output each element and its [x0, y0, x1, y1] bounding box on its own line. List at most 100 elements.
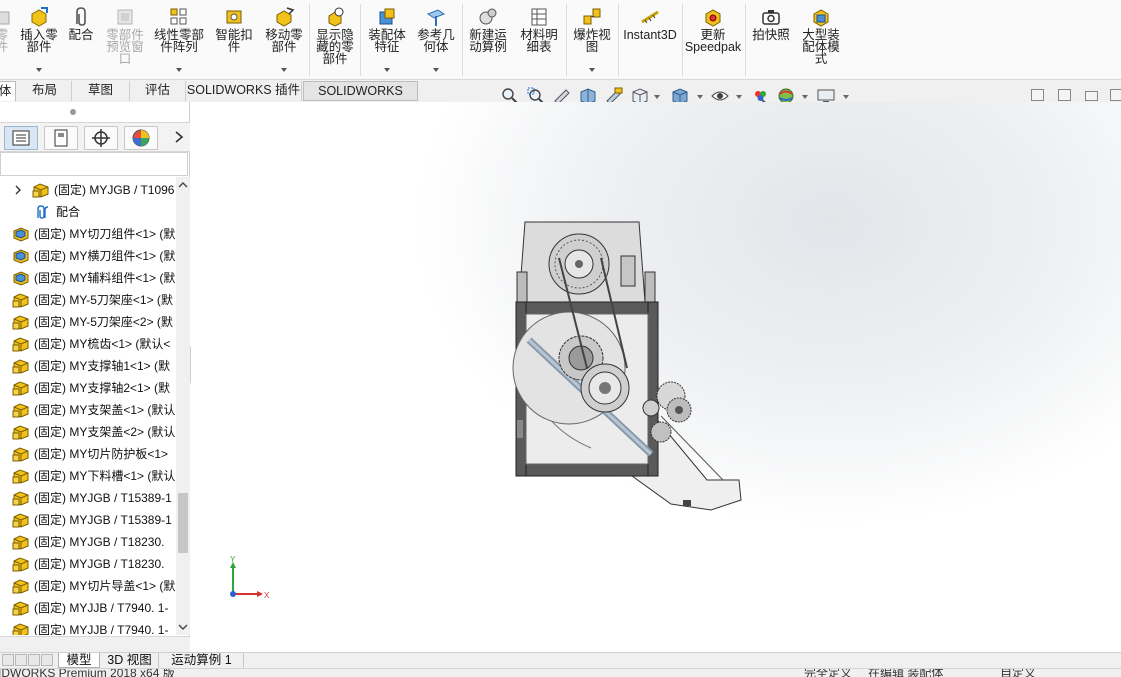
- expand-arrow-icon[interactable]: [14, 185, 22, 195]
- bom-button[interactable]: 材料明 细表: [515, 2, 563, 78]
- last-tab-icon[interactable]: [41, 654, 53, 666]
- large-assembly-mode-button[interactable]: 大型装 配体模 式: [796, 2, 846, 78]
- move-component-label: 移动零 部件: [265, 28, 303, 54]
- tree-item[interactable]: (固定) MYJGB / T15389-1: [0, 509, 176, 531]
- exploded-view-button[interactable]: 爆炸视 图: [568, 2, 616, 78]
- status-units[interactable]: 自定义: [1000, 669, 1036, 677]
- tree-item[interactable]: (固定) MY支架盖<1> (默认: [0, 399, 176, 421]
- tree-item[interactable]: (固定) MYJGB / T1096: [0, 179, 176, 201]
- tab-configuration-manager[interactable]: [84, 126, 118, 150]
- reference-geometry-button[interactable]: 参考几 何体: [412, 2, 460, 78]
- insert-component-button[interactable]: 插入零 部件: [15, 2, 63, 78]
- tree-vertical-scrollbar[interactable]: [176, 177, 190, 635]
- tree-item[interactable]: (固定) MYJGB / T15389-1: [0, 487, 176, 509]
- first-tab-icon[interactable]: [2, 654, 14, 666]
- tree-scrollbar-thumb[interactable]: [178, 493, 188, 553]
- tree-item[interactable]: (固定) MYJGB / T18230.: [0, 553, 176, 575]
- hide-show-chevron-icon[interactable]: [736, 95, 742, 99]
- scroll-up-icon[interactable]: [178, 181, 188, 189]
- window-restore-icon[interactable]: [1085, 91, 1098, 101]
- update-speedpak-button[interactable]: 更新 Speedpak: [684, 2, 742, 78]
- chevron-down-icon[interactable]: [281, 68, 287, 72]
- insert-component-label: 插入零 部件: [20, 28, 58, 54]
- panel-grip-icon[interactable]: [70, 109, 76, 115]
- display-style-chevron-icon[interactable]: [697, 95, 703, 99]
- tree-item[interactable]: (固定) MY切片导盖<1> (默: [0, 575, 176, 597]
- tree-item[interactable]: (固定) MY-5刀架座<1> (默: [0, 289, 176, 311]
- mate-label: 配合: [68, 28, 94, 42]
- tree-item[interactable]: (固定) MY支撑轴2<1> (默: [0, 377, 176, 399]
- tab-motion-study[interactable]: 运动算例 1: [160, 653, 244, 668]
- tree-item[interactable]: (固定) MYJGB / T18230.: [0, 531, 176, 553]
- tree-item[interactable]: (固定) MY梳齿<1> (默认<: [0, 333, 176, 355]
- tree-item[interactable]: (固定) MY支架盖<2> (默认: [0, 421, 176, 443]
- linear-pattern-button[interactable]: 线性零部 件阵列: [150, 2, 208, 78]
- tab-layout[interactable]: 布局: [18, 81, 72, 101]
- tree-item[interactable]: (固定) MY横刀组件<1> (默: [0, 245, 176, 267]
- tile-left-icon[interactable]: [1031, 89, 1044, 101]
- tree-item[interactable]: (固定) MY切刀组件<1> (默: [0, 223, 176, 245]
- tab-model[interactable]: 模型: [58, 653, 100, 668]
- ribbon-separator: [618, 4, 619, 76]
- take-snapshot-label: 拍快照: [752, 28, 790, 42]
- tab-solidworks-mbd[interactable]: SOLIDWORKS MBD: [303, 81, 418, 117]
- chevron-right-icon[interactable]: [173, 130, 185, 144]
- tree-item[interactable]: (固定) MYJJB / T7940. 1-: [0, 619, 176, 635]
- take-snapshot-button[interactable]: 拍快照: [748, 2, 794, 78]
- tile-right-icon[interactable]: [1058, 89, 1071, 101]
- chevron-down-icon[interactable]: [176, 68, 182, 72]
- new-motion-study-button[interactable]: 新建运 动算例: [464, 2, 512, 78]
- tab-3d-view[interactable]: 3D 视图: [101, 653, 159, 668]
- tree-item-label: (固定) MYJJB / T7940. 1-: [34, 601, 169, 615]
- instant3d-icon: [641, 10, 659, 24]
- instant3d-button[interactable]: Instant3D: [621, 2, 679, 78]
- tree-item[interactable]: (固定) MY-5刀架座<2> (默: [0, 311, 176, 333]
- subassembly-icon: [13, 227, 29, 242]
- tree-item[interactable]: (固定) MY下料槽<1> (默认: [0, 465, 176, 487]
- window-maximize-icon[interactable]: [1110, 89, 1121, 101]
- ribbon-separator: [682, 4, 683, 76]
- part-icon: [12, 359, 29, 374]
- assembly-model-render[interactable]: [511, 218, 746, 518]
- view-settings-chevron-icon[interactable]: [843, 95, 849, 99]
- assembly-feature-button[interactable]: 装配体 特征: [363, 2, 411, 78]
- property-manager-icon: [54, 129, 68, 147]
- feature-tree-filter[interactable]: [0, 152, 188, 176]
- tree-item[interactable]: 配合: [0, 201, 176, 223]
- tree-item-label: 配合: [56, 205, 81, 219]
- mate-button[interactable]: 配合: [64, 2, 98, 78]
- tab-assembly[interactable]: 体: [0, 81, 16, 101]
- tab-evaluate[interactable]: 评估: [130, 81, 186, 101]
- scroll-down-icon[interactable]: [178, 623, 188, 631]
- tree-item-label: (固定) MY支撑轴2<1> (默: [34, 381, 171, 395]
- apply-scene-chevron-icon[interactable]: [802, 95, 808, 99]
- tree-horizontal-scrollbar[interactable]: [0, 636, 190, 652]
- tree-item-label: (固定) MY支架盖<2> (默认: [34, 425, 176, 439]
- component-button[interactable]: 零 件: [0, 2, 12, 78]
- move-component-button[interactable]: 移动零 部件: [260, 2, 308, 78]
- show-hidden-components-button[interactable]: 显示隐 藏的零 部件: [311, 2, 359, 78]
- graphics-area[interactable]: Y X: [191, 102, 1121, 652]
- smart-fastener-button[interactable]: 智能扣 件: [210, 2, 258, 78]
- prev-tab-icon[interactable]: [15, 654, 27, 666]
- tree-item[interactable]: (固定) MYJJB / T7940. 1-: [0, 597, 176, 619]
- part-icon: [12, 403, 29, 418]
- linear-pattern-label: 线性零部 件阵列: [153, 28, 204, 54]
- view-orientation-chevron-icon[interactable]: [654, 95, 660, 99]
- tab-property-manager[interactable]: [44, 126, 78, 150]
- component-preview-button[interactable]: 零部件 预览窗 口: [100, 2, 150, 78]
- chevron-down-icon[interactable]: [589, 68, 595, 72]
- tab-feature-manager[interactable]: [4, 126, 38, 150]
- tree-item[interactable]: (固定) MY支撑轴1<1> (默: [0, 355, 176, 377]
- chevron-down-icon[interactable]: [36, 68, 42, 72]
- tab-display-manager[interactable]: [124, 126, 158, 150]
- tab-solidworks-addins[interactable]: SOLIDWORKS 插件: [186, 81, 302, 101]
- chevron-down-icon[interactable]: [384, 68, 390, 72]
- tree-item[interactable]: (固定) MY切片防护板<1>: [0, 443, 176, 465]
- tree-item-label: (固定) MY支撑轴1<1> (默: [34, 359, 171, 373]
- next-tab-icon[interactable]: [28, 654, 40, 666]
- speedpak-icon: [705, 9, 721, 27]
- tree-item[interactable]: (固定) MY辅料组件<1> (默: [0, 267, 176, 289]
- chevron-down-icon[interactable]: [433, 68, 439, 72]
- tab-sketch[interactable]: 草图: [72, 81, 130, 101]
